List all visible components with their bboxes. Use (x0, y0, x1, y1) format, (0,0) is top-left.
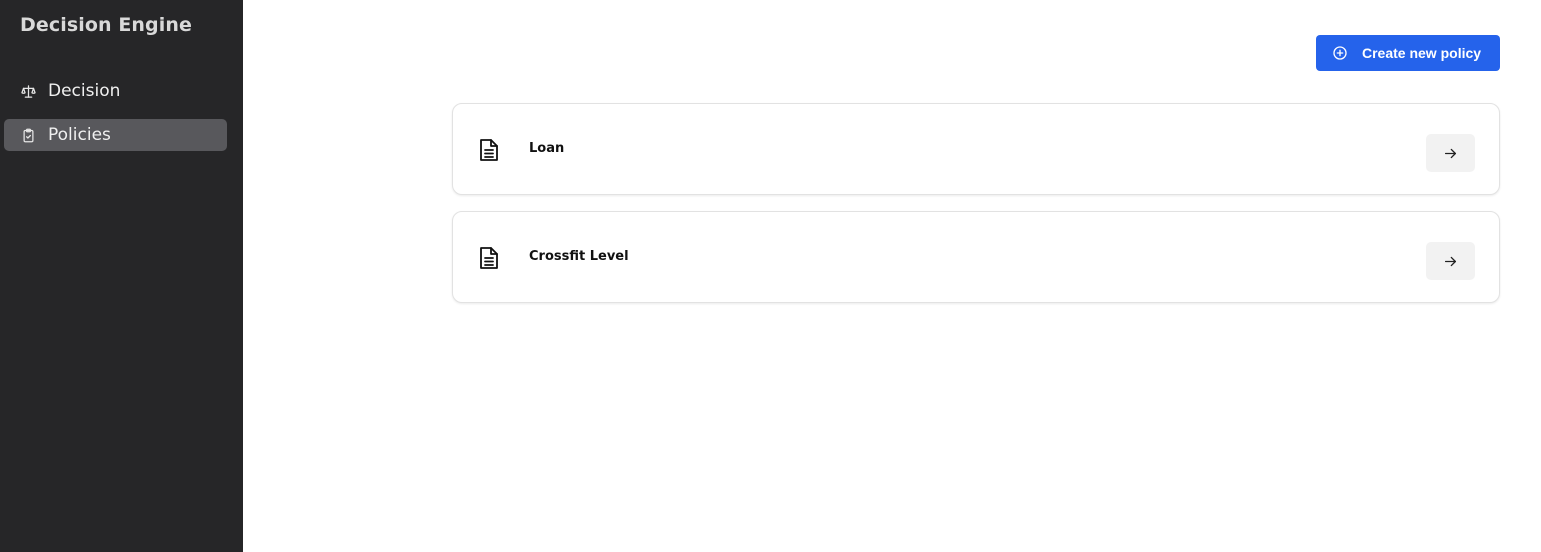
scale-icon (20, 83, 36, 99)
policy-name: Crossfit Level (529, 249, 629, 264)
app: Decision Engine Decision Policies Create… (0, 0, 1541, 552)
document-icon (478, 246, 500, 270)
sidebar-item-policies[interactable]: Policies (4, 119, 227, 151)
arrow-right-icon (1444, 256, 1457, 266)
sidebar-item-decision[interactable]: Decision (4, 75, 227, 107)
clipboard-check-icon (20, 127, 36, 143)
plus-circle-icon (1332, 45, 1348, 61)
open-policy-button[interactable] (1426, 134, 1475, 172)
sidebar-nav: Decision Policies (4, 75, 227, 163)
app-title: Decision Engine (20, 14, 192, 36)
create-policy-button[interactable]: Create new policy (1316, 35, 1500, 71)
document-icon (478, 138, 500, 162)
sidebar-item-label: Policies (48, 125, 111, 145)
arrow-right-icon (1444, 148, 1457, 158)
create-policy-label: Create new policy (1362, 45, 1482, 61)
policy-card[interactable]: Loan (452, 103, 1500, 195)
sidebar-item-label: Decision (48, 81, 121, 101)
main-content: Create new policy Loan Crossfit Level (243, 0, 1541, 552)
policy-card[interactable]: Crossfit Level (452, 211, 1500, 303)
open-policy-button[interactable] (1426, 242, 1475, 280)
sidebar: Decision Engine Decision Policies (0, 0, 243, 552)
policy-name: Loan (529, 141, 565, 156)
policy-list: Loan Crossfit Level (452, 103, 1500, 319)
